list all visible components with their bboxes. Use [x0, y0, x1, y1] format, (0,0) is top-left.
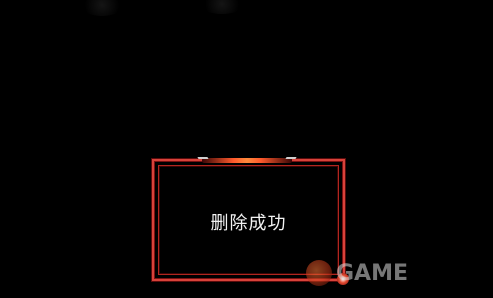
dialog-message: 删除成功 [210, 213, 287, 234]
dialog-top-ornament [202, 158, 292, 163]
game-screen: 删除成功 GAME [0, 0, 493, 298]
background-glow [200, 0, 244, 14]
watermark: GAME [306, 258, 408, 288]
background-glow [80, 0, 124, 16]
watermark-logo-icon [306, 260, 332, 286]
watermark-text: GAME [336, 260, 409, 286]
